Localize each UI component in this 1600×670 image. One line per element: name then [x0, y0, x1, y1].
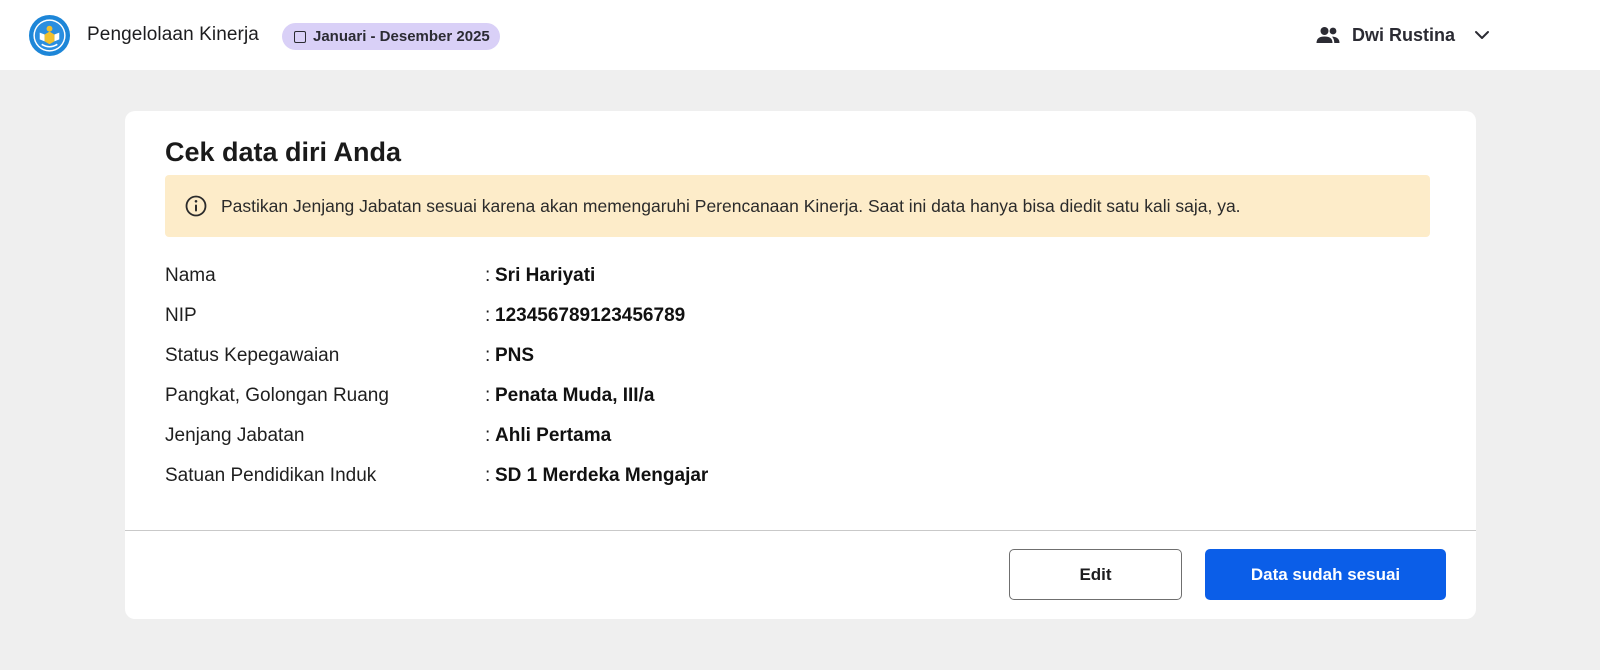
top-bar: Pengelolaan Kinerja Januari - Desember 2…: [0, 0, 1600, 70]
field-separator: :: [485, 385, 491, 406]
period-badge-label: Januari - Desember 2025: [313, 28, 490, 45]
field-label: Nama: [165, 265, 216, 286]
confirm-data-button[interactable]: Data sudah sesuai: [1205, 549, 1446, 600]
users-icon: [1316, 27, 1340, 43]
calendar-icon: [294, 30, 306, 43]
info-alert: Pastikan Jenjang Jabatan sesuai karena a…: [165, 175, 1430, 237]
page-title: Cek data diri Anda: [165, 137, 402, 167]
field-label: Jenjang Jabatan: [165, 425, 305, 446]
field-separator: :: [485, 265, 491, 286]
profile-check-card: Cek data diri Anda Pastikan Jenjang Jaba…: [125, 111, 1476, 619]
field-label: Pangkat, Golongan Ruang: [165, 385, 389, 406]
field-separator: :: [485, 465, 491, 486]
user-name: Dwi Rustina: [1352, 24, 1456, 45]
app-title: Pengelolaan Kinerja: [87, 24, 259, 45]
period-badge[interactable]: Januari - Desember 2025: [282, 23, 500, 50]
field-value: PNS: [495, 345, 535, 366]
field-value: Sri Hariyati: [495, 265, 596, 286]
info-icon: [185, 195, 207, 217]
user-menu[interactable]: Dwi Rustina: [1316, 20, 1491, 50]
field-separator: :: [485, 425, 491, 446]
field-value: Penata Muda, III/a: [495, 385, 655, 406]
tut-wuri-handayani-logo[interactable]: [28, 14, 71, 57]
field-value: 123456789123456789: [495, 305, 686, 326]
field-separator: :: [485, 305, 491, 326]
chevron-down-icon[interactable]: [1473, 29, 1491, 41]
field-label: Status Kepegawaian: [165, 345, 340, 366]
edit-button[interactable]: Edit: [1009, 549, 1182, 600]
card-divider: [125, 530, 1476, 531]
field-label: NIP: [165, 305, 197, 326]
field-separator: :: [485, 345, 491, 366]
alert-text: Pastikan Jenjang Jabatan sesuai karena a…: [221, 195, 1241, 216]
field-value: Ahli Pertama: [495, 425, 612, 446]
field-value: SD 1 Merdeka Mengajar: [495, 465, 709, 486]
field-label: Satuan Pendidikan Induk: [165, 465, 377, 486]
